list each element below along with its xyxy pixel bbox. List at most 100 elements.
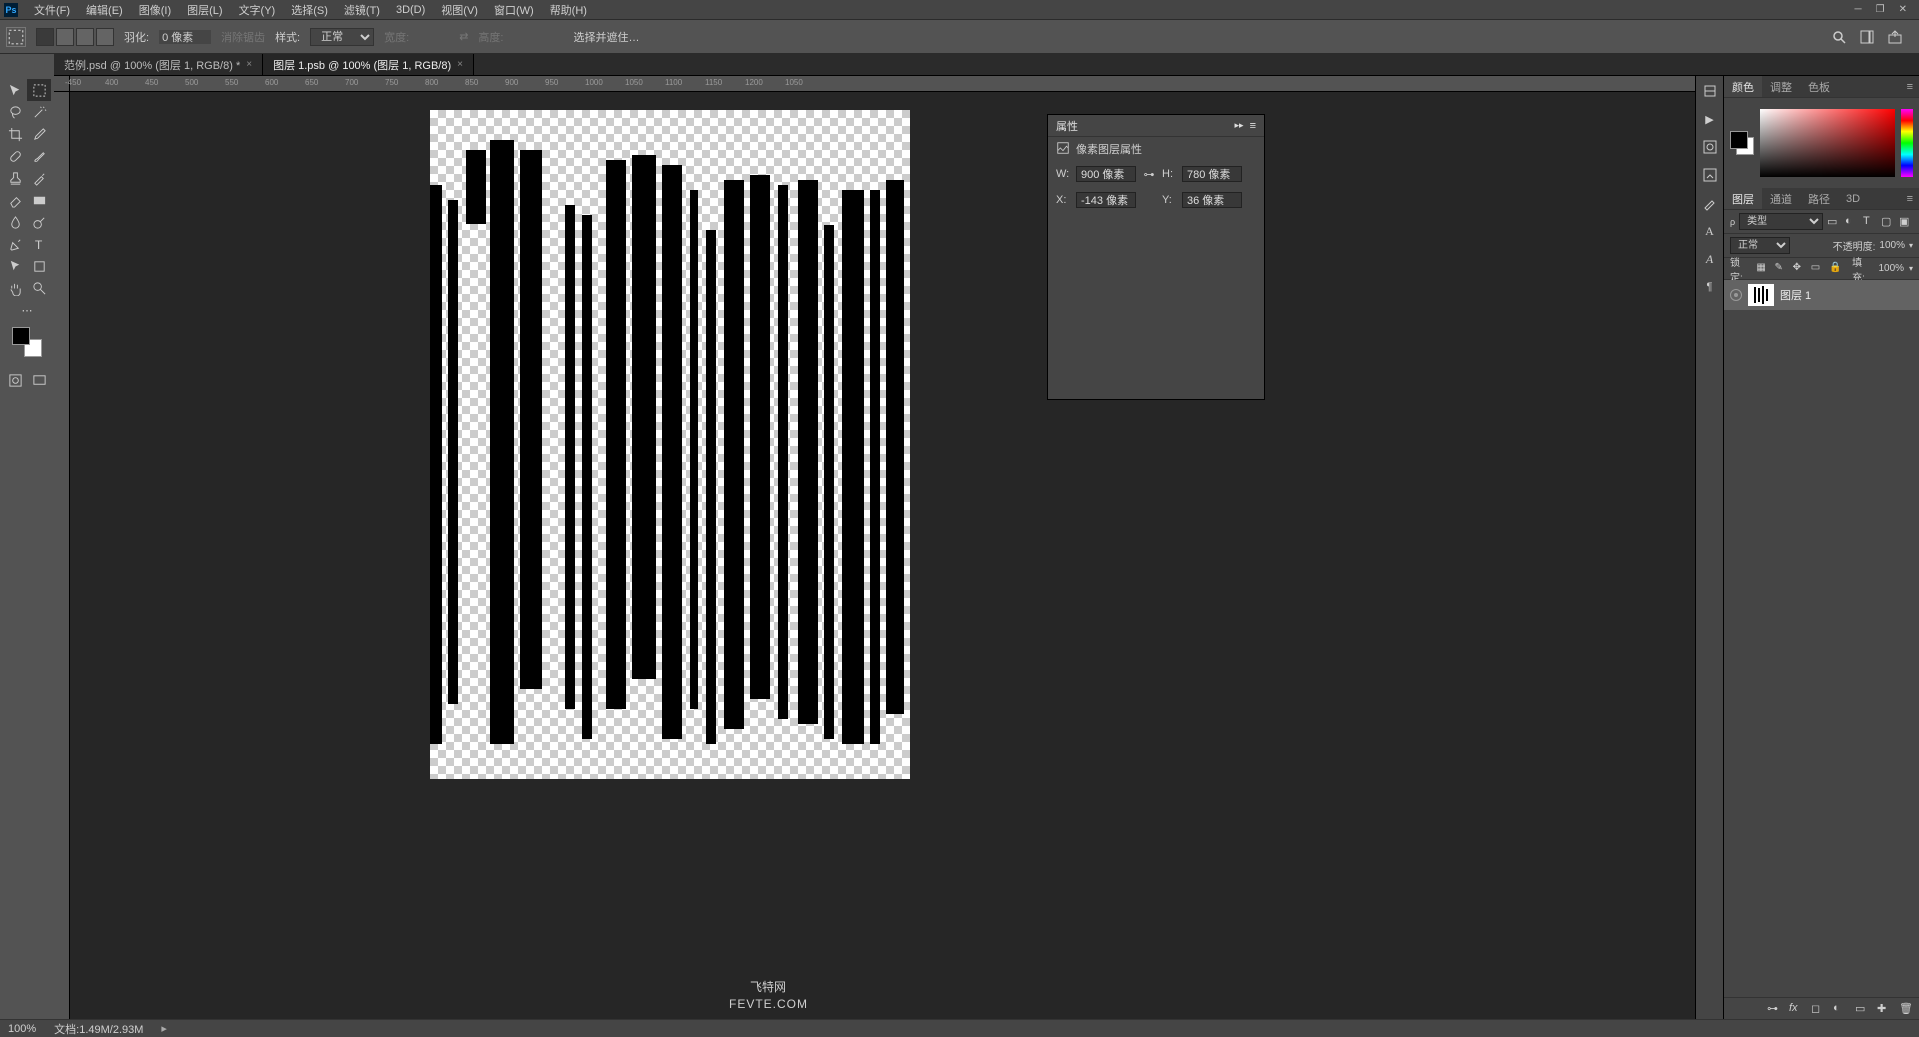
menu-edit[interactable]: 编辑(E) xyxy=(78,0,131,20)
sel-mode-add[interactable] xyxy=(56,28,74,46)
add-mask-icon[interactable]: ◻ xyxy=(1811,1002,1825,1016)
canvas-area[interactable]: -450400450500550600650700750800850900950… xyxy=(54,76,1695,1019)
ruler-vertical[interactable] xyxy=(54,92,70,1019)
close-tab-icon[interactable]: × xyxy=(457,59,463,70)
tab-swatches[interactable]: 色板 xyxy=(1800,76,1838,97)
prop-h-input[interactable] xyxy=(1182,166,1242,182)
visibility-toggle-icon[interactable] xyxy=(1730,289,1742,301)
pen-tool[interactable] xyxy=(3,233,27,255)
menu-image[interactable]: 图像(I) xyxy=(131,0,179,20)
ruler-horizontal[interactable]: -450400450500550600650700750800850900950… xyxy=(70,76,1695,92)
color-swatches[interactable] xyxy=(12,327,42,357)
dock-paragraph-icon[interactable]: ¶ xyxy=(1701,278,1719,296)
filter-pixel-icon[interactable]: ▭ xyxy=(1827,215,1841,229)
feather-input[interactable] xyxy=(159,30,211,44)
hand-tool[interactable] xyxy=(3,277,27,299)
dock-history-icon[interactable] xyxy=(1701,82,1719,100)
prop-w-input[interactable] xyxy=(1076,166,1136,182)
menu-help[interactable]: 帮助(H) xyxy=(542,0,595,20)
opacity-value[interactable]: 100% xyxy=(1879,240,1905,251)
filter-smart-icon[interactable]: ▣ xyxy=(1899,215,1913,229)
zoom-tool[interactable] xyxy=(27,277,51,299)
workspace-icon[interactable] xyxy=(1859,29,1875,45)
style-select[interactable]: 正常 xyxy=(310,28,374,46)
color-picker-field[interactable] xyxy=(1760,109,1895,177)
sel-mode-intersect[interactable] xyxy=(96,28,114,46)
shape-tool[interactable] xyxy=(27,255,51,277)
menu-select[interactable]: 选择(S) xyxy=(283,0,336,20)
lasso-tool[interactable] xyxy=(3,101,27,123)
tab-adjust[interactable]: 调整 xyxy=(1762,76,1800,97)
search-icon[interactable] xyxy=(1831,29,1847,45)
panel-menu-icon[interactable]: ≡ xyxy=(1901,76,1919,97)
tab-paths[interactable]: 路径 xyxy=(1800,188,1838,209)
filter-type-icon[interactable]: T xyxy=(1863,215,1877,229)
current-color-swatch[interactable] xyxy=(1730,131,1754,155)
doc-tab-2[interactable]: 图层 1.psb @ 100% (图层 1, RGB/8) × xyxy=(263,54,474,75)
fill-value[interactable]: 100% xyxy=(1878,263,1904,274)
menu-filter[interactable]: 滤镜(T) xyxy=(336,0,388,20)
filter-shape-icon[interactable]: ▢ xyxy=(1881,215,1895,229)
active-tool-icon[interactable] xyxy=(6,27,26,47)
menu-type[interactable]: 文字(Y) xyxy=(231,0,284,20)
gradient-tool[interactable] xyxy=(27,189,51,211)
layer-filter-select[interactable]: 类型 xyxy=(1739,213,1823,230)
lock-transparency-icon[interactable]: ▦ xyxy=(1756,262,1769,276)
new-adjustment-icon[interactable]: ◐ xyxy=(1833,1002,1847,1016)
dock-actions-icon[interactable]: ▶ xyxy=(1701,110,1719,128)
healing-tool[interactable] xyxy=(3,145,27,167)
lock-all-icon[interactable]: 🔒 xyxy=(1829,262,1842,276)
move-tool[interactable] xyxy=(3,79,27,101)
status-chevron-icon[interactable]: ▸ xyxy=(161,1022,167,1035)
select-and-mask-button[interactable]: 选择并遮住… xyxy=(573,29,639,45)
marquee-tool[interactable] xyxy=(27,79,51,101)
screenmode-icon[interactable] xyxy=(27,369,51,391)
dock-character-icon[interactable] xyxy=(1701,138,1719,156)
lock-position-icon[interactable]: ✥ xyxy=(1793,262,1806,276)
artboard[interactable] xyxy=(430,110,910,779)
link-layers-icon[interactable]: ⊶ xyxy=(1767,1002,1781,1016)
collapse-icon[interactable]: ▸▸ xyxy=(1235,120,1244,131)
sel-mode-sub[interactable] xyxy=(76,28,94,46)
prop-y-input[interactable] xyxy=(1182,192,1242,208)
history-brush-tool[interactable] xyxy=(27,167,51,189)
prop-x-input[interactable] xyxy=(1076,192,1136,208)
filter-adjust-icon[interactable]: ◐ xyxy=(1845,215,1859,229)
eraser-tool[interactable] xyxy=(3,189,27,211)
menu-window[interactable]: 窗口(W) xyxy=(486,0,542,20)
zoom-level[interactable]: 100% xyxy=(8,1023,36,1035)
blend-mode-select[interactable]: 正常 xyxy=(1730,237,1790,254)
hue-slider[interactable] xyxy=(1901,109,1913,177)
wand-tool[interactable] xyxy=(27,101,51,123)
share-icon[interactable] xyxy=(1887,29,1903,45)
tab-layers[interactable]: 图层 xyxy=(1724,188,1762,209)
sel-mode-new[interactable] xyxy=(36,28,54,46)
delete-layer-icon[interactable]: 🗑 xyxy=(1899,1002,1913,1016)
type-tool[interactable]: T xyxy=(27,233,51,255)
quickmask-icon[interactable] xyxy=(3,369,27,391)
dock-adjustments-icon[interactable] xyxy=(1701,166,1719,184)
panel-menu-icon[interactable]: ≡ xyxy=(1901,188,1919,209)
dodge-tool[interactable] xyxy=(27,211,51,233)
layer-thumbnail[interactable] xyxy=(1748,284,1774,306)
layer-item-1[interactable]: 图层 1 xyxy=(1724,280,1919,310)
blur-tool[interactable] xyxy=(3,211,27,233)
menu-file[interactable]: 文件(F) xyxy=(26,0,78,20)
brush-tool[interactable] xyxy=(27,145,51,167)
menu-3d[interactable]: 3D(D) xyxy=(388,0,433,20)
layer-name[interactable]: 图层 1 xyxy=(1780,287,1811,303)
panel-menu-icon[interactable]: ≡ xyxy=(1250,120,1256,132)
close-tab-icon[interactable]: × xyxy=(246,59,252,70)
dock-type-a2-icon[interactable]: A xyxy=(1701,250,1719,268)
window-minimize-icon[interactable]: ─ xyxy=(1855,4,1862,15)
new-layer-icon[interactable]: ✚ xyxy=(1877,1002,1891,1016)
crop-tool[interactable] xyxy=(3,123,27,145)
doc-tab-1[interactable]: 范例.psd @ 100% (图层 1, RGB/8) * × xyxy=(54,54,263,75)
menu-view[interactable]: 视图(V) xyxy=(433,0,486,20)
tab-channels[interactable]: 通道 xyxy=(1762,188,1800,209)
lock-artboard-icon[interactable]: ▭ xyxy=(1811,262,1824,276)
dock-brush-icon[interactable] xyxy=(1701,194,1719,212)
dock-type-a-icon[interactable]: A xyxy=(1701,222,1719,240)
path-select-tool[interactable] xyxy=(3,255,27,277)
layer-fx-icon[interactable]: fx xyxy=(1789,1002,1803,1016)
